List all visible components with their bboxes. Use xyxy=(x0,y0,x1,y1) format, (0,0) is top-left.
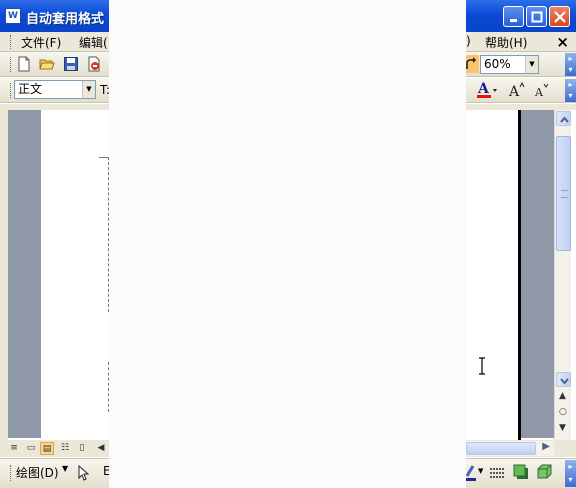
open-folder-icon[interactable] xyxy=(39,56,55,72)
svg-text:A: A xyxy=(534,86,544,99)
zoom-value: 60% xyxy=(484,57,511,71)
menu-partial[interactable]: ) xyxy=(466,34,471,48)
chevron-up-icon xyxy=(560,116,569,123)
toolbar-options-icon[interactable]: ▸ ▾ xyxy=(565,460,576,487)
blank-overlay-panel xyxy=(109,0,466,488)
menu-grip[interactable] xyxy=(10,35,13,49)
maximize-button[interactable] xyxy=(526,6,547,27)
menu-help[interactable]: 帮助(H) xyxy=(485,34,527,51)
3d-style-icon[interactable] xyxy=(536,464,552,480)
web-layout-view-icon[interactable]: ▭ xyxy=(24,442,38,455)
style-value: 正文 xyxy=(18,82,43,96)
next-page-icon[interactable]: ▼ xyxy=(559,423,566,433)
zoom-combo[interactable]: 60% ▼ xyxy=(480,55,539,74)
chevron-down-icon xyxy=(560,378,569,385)
style-combo[interactable]: 正文 ▼ xyxy=(14,80,96,99)
svg-text:A: A xyxy=(477,81,490,97)
save-icon[interactable] xyxy=(63,56,79,72)
scroll-down-button[interactable] xyxy=(556,372,571,387)
toolbar-grip[interactable] xyxy=(10,83,13,98)
scroll-thumb[interactable] xyxy=(556,136,571,251)
font-color-icon[interactable]: A xyxy=(476,80,498,100)
horizontal-scrollbar[interactable]: ▶ xyxy=(466,441,554,456)
previous-page-icon[interactable]: ▲ xyxy=(559,391,566,401)
minimize-icon xyxy=(510,19,517,22)
scroll-left-icon[interactable]: ◀ xyxy=(94,442,108,455)
maximize-icon xyxy=(531,11,543,23)
menu-file[interactable]: 文件(F) xyxy=(21,34,61,51)
scroll-up-button[interactable] xyxy=(556,111,571,126)
new-document-icon[interactable] xyxy=(16,56,32,72)
chevron-down-icon[interactable]: ▼ xyxy=(62,464,68,473)
i-beam-cursor-icon xyxy=(479,357,485,375)
close-icon xyxy=(554,11,566,23)
chevron-down-icon[interactable]: ▼ xyxy=(525,56,538,73)
outline-view-icon[interactable]: ☷ xyxy=(58,442,72,455)
chevron-down-icon[interactable]: ▼ xyxy=(82,81,95,98)
window-title: 自动套用格式 xyxy=(26,12,105,27)
scroll-right-icon[interactable]: ▶ xyxy=(542,441,550,452)
menu-edit[interactable]: 编辑( xyxy=(79,34,108,51)
toolbar-options-icon[interactable]: ▸ ▾ xyxy=(565,53,576,76)
word-document-icon[interactable]: W xyxy=(5,8,21,24)
normal-view-icon[interactable]: ≡ xyxy=(7,442,21,455)
select-objects-icon[interactable] xyxy=(77,465,89,481)
line-style-icon[interactable] xyxy=(489,467,505,479)
draw-menu-button[interactable]: 绘图(D) xyxy=(16,464,59,481)
toolbar-grip[interactable] xyxy=(10,57,13,72)
shrink-font-icon[interactable]: A xyxy=(533,81,551,99)
reading-layout-view-icon[interactable]: ▯ xyxy=(75,442,89,455)
horizontal-scroll-thumb[interactable] xyxy=(466,442,536,455)
left-ruler-strip xyxy=(0,107,8,440)
print-layout-view-icon[interactable]: ▤ xyxy=(40,442,54,455)
shadow-style-icon[interactable] xyxy=(513,464,529,480)
permission-icon[interactable] xyxy=(86,56,102,72)
close-window-button[interactable] xyxy=(549,6,570,27)
document-close-button[interactable]: × xyxy=(556,33,569,51)
select-browse-object-icon[interactable]: ○ xyxy=(559,407,567,417)
chevron-down-icon[interactable]: ▼ xyxy=(478,467,483,475)
grow-font-icon[interactable]: A xyxy=(508,81,526,99)
toolbar-grip[interactable] xyxy=(10,465,13,481)
minimize-button[interactable] xyxy=(503,6,524,27)
toolbar-options-icon[interactable]: ▸ ▾ xyxy=(565,79,576,102)
svg-text:A: A xyxy=(508,84,520,99)
vertical-scrollbar[interactable]: ▲ ○ ▼ xyxy=(554,110,571,440)
